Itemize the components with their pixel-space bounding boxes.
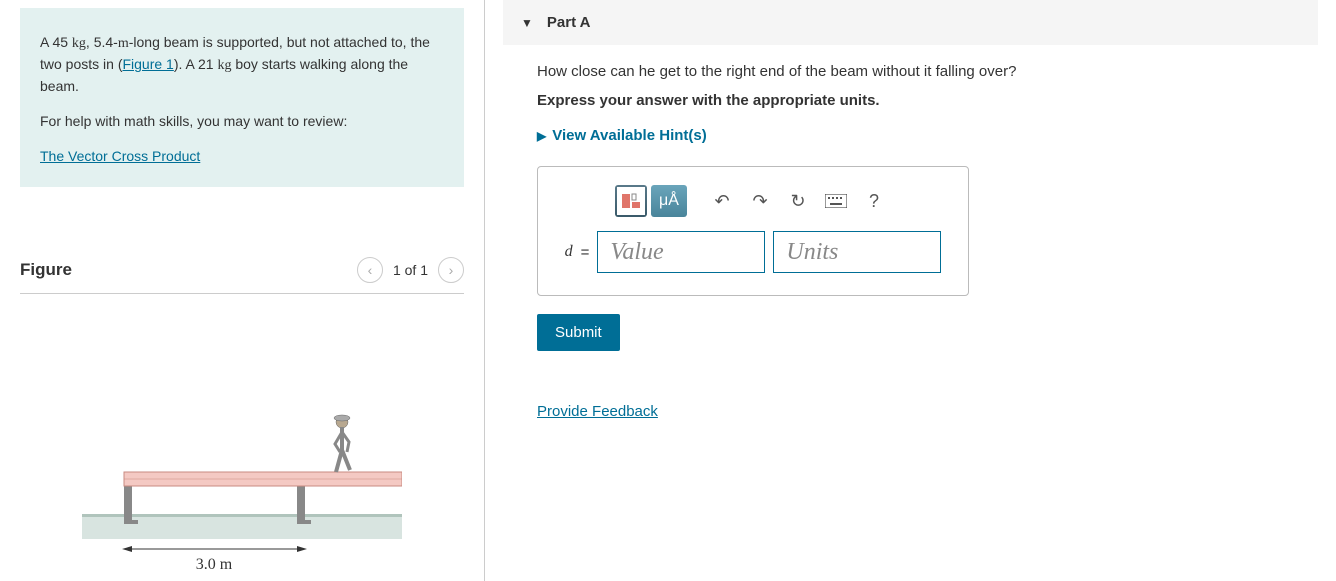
answer-toolbar: μÅ ↶ ↷ ↻ ?	[552, 185, 954, 217]
redo-button[interactable]: ↷	[743, 185, 777, 217]
help-text: For help with math skills, you may want …	[40, 111, 444, 132]
figure-title: Figure	[20, 260, 72, 280]
hints-label: View Available Hint(s)	[552, 127, 707, 144]
help-button[interactable]: ?	[857, 185, 891, 217]
figure-link[interactable]: Figure 1	[122, 56, 173, 72]
left-panel: A 45 kg, 5.4-m-long beam is supported, b…	[0, 0, 485, 581]
figure-image: 3.0 m	[20, 294, 464, 574]
reset-button[interactable]: ↻	[781, 185, 815, 217]
units-input[interactable]	[773, 231, 941, 273]
beam-diagram-icon: 3.0 m	[82, 374, 402, 574]
figure-section: Figure ‹ 1 of 1 ›	[20, 257, 464, 574]
figure-prev-button[interactable]: ‹	[357, 257, 383, 283]
keyboard-button[interactable]	[819, 185, 853, 217]
undo-button[interactable]: ↶	[705, 185, 739, 217]
help-link[interactable]: The Vector Cross Product	[40, 148, 200, 164]
caret-right-icon: ▶	[537, 129, 546, 143]
submit-button[interactable]: Submit	[537, 314, 620, 351]
figure-count: 1 of 1	[393, 262, 428, 278]
figure-nav: ‹ 1 of 1 ›	[357, 257, 464, 283]
answer-box: μÅ ↶ ↷ ↻ ? d =	[537, 166, 969, 296]
problem-text: A 45 kg, 5.4-m-long beam is supported, b…	[40, 32, 444, 97]
value-input[interactable]	[597, 231, 765, 273]
part-header[interactable]: ▼ Part A	[503, 0, 1318, 45]
dimension-label: 3.0 m	[196, 556, 233, 573]
figure-next-button[interactable]: ›	[438, 257, 464, 283]
equals-sign: =	[581, 244, 590, 261]
question-text: How close can he get to the right end of…	[537, 63, 1284, 80]
right-panel: ▼ Part A How close can he get to the rig…	[485, 0, 1336, 581]
variable-label: d	[565, 243, 573, 261]
template-tool-button[interactable]	[615, 185, 647, 217]
provide-feedback-link[interactable]: Provide Feedback	[537, 403, 658, 420]
problem-statement: A 45 kg, 5.4-m-long beam is supported, b…	[20, 8, 464, 187]
view-hints-button[interactable]: ▶ View Available Hint(s)	[537, 127, 1284, 144]
units-tool-button[interactable]: μÅ	[651, 185, 687, 217]
part-title: Part A	[547, 14, 591, 31]
caret-down-icon: ▼	[521, 16, 533, 30]
instruction-text: Express your answer with the appropriate…	[537, 92, 1284, 109]
